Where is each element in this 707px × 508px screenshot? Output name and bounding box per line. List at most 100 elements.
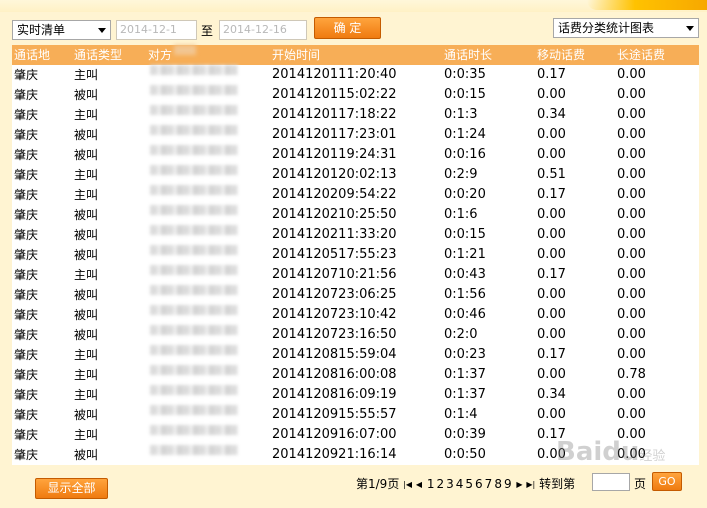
cell-mobile-fee: 0.00 xyxy=(537,327,566,342)
page-link[interactable]: 5 xyxy=(465,477,473,491)
last-page-icon[interactable]: ▶| xyxy=(526,480,535,489)
masked-phone-number xyxy=(150,105,238,115)
masked-phone-number xyxy=(150,245,238,255)
cell-duration: 0:0:46 xyxy=(444,307,486,322)
cell-call-type: 被叫 xyxy=(74,88,99,102)
cell-ld-fee: 0.00 xyxy=(617,247,646,262)
table-row: 肇庆 主叫 2014120816:00:08 0:1:37 0.00 0.78 xyxy=(12,365,699,385)
cell-ld-fee: 0.00 xyxy=(617,407,646,422)
table-row: 肇庆 主叫 2014120710:21:56 0:0:43 0.17 0.00 xyxy=(12,265,699,285)
chart-type-value: 话费分类统计图表 xyxy=(558,21,655,35)
masked-phone-number xyxy=(150,285,238,295)
cell-start-time: 2014120723:16:50 xyxy=(272,327,397,342)
cell-mobile-fee: 0.17 xyxy=(537,67,566,82)
page-link[interactable]: 1 xyxy=(427,477,435,491)
cell-duration: 0:2:0 xyxy=(444,327,478,342)
table-row: 肇庆 被叫 2014120210:25:50 0:1:6 0.00 0.00 xyxy=(12,205,699,225)
cell-mobile-fee: 0.00 xyxy=(537,407,566,422)
top-banner-strip xyxy=(0,0,707,12)
next-page-icon[interactable]: ▶ xyxy=(516,480,522,489)
table-header: 通话地 通话类型 对方 开始时间 通话时长 移动话费 长途话费 xyxy=(12,45,699,65)
page-link[interactable]: 8 xyxy=(494,477,502,491)
page-link[interactable]: 6 xyxy=(475,477,483,491)
cell-start-time: 2014120710:21:56 xyxy=(272,267,397,282)
cell-start-time: 2014120723:10:42 xyxy=(272,307,397,322)
masked-phone-number xyxy=(150,445,238,455)
show-all-button[interactable]: 显示全部 xyxy=(35,478,108,499)
cell-call-type: 主叫 xyxy=(74,388,99,402)
cell-call-type: 主叫 xyxy=(74,348,99,362)
cell-mobile-fee: 0.34 xyxy=(537,107,566,122)
cell-ld-fee: 0.00 xyxy=(617,107,646,122)
page-link[interactable]: 2 xyxy=(436,477,444,491)
cell-ld-fee: 0.00 xyxy=(617,307,646,322)
cell-ld-fee: 0.00 xyxy=(617,387,646,402)
cell-duration: 0:1:56 xyxy=(444,287,486,302)
prev-page-icon[interactable]: ◀ xyxy=(416,480,422,489)
cell-call-type: 被叫 xyxy=(74,408,99,422)
end-date-input[interactable]: 2014-12-16 xyxy=(219,20,307,40)
confirm-button[interactable]: 确 定 xyxy=(314,17,381,39)
cell-start-time: 2014120209:54:22 xyxy=(272,187,397,202)
go-button[interactable]: GO xyxy=(652,472,682,491)
page-link[interactable]: 7 xyxy=(485,477,493,491)
page-link[interactable]: 4 xyxy=(456,477,464,491)
table-row: 肇庆 被叫 2014120119:24:31 0:0:16 0.00 0.00 xyxy=(12,145,699,165)
cell-mobile-fee: 0.00 xyxy=(537,247,566,262)
table-row: 肇庆 被叫 2014120723:10:42 0:0:46 0.00 0.00 xyxy=(12,305,699,325)
cell-ld-fee: 0.00 xyxy=(617,187,646,202)
cell-start-time: 2014120816:00:08 xyxy=(272,367,397,382)
page-link[interactable]: 9 xyxy=(504,477,512,491)
first-page-icon[interactable]: |◀ xyxy=(403,480,412,489)
cell-start-time: 2014120120:02:13 xyxy=(272,167,397,182)
masked-phone-number xyxy=(150,365,238,375)
masked-phone-number xyxy=(150,325,238,335)
cell-call-type: 被叫 xyxy=(74,328,99,342)
cell-call-type: 被叫 xyxy=(74,248,99,262)
table-row: 肇庆 被叫 2014120723:16:50 0:2:0 0.00 0.00 xyxy=(12,325,699,345)
masked-phone-number xyxy=(150,145,238,155)
header-mobile-fee: 移动话费 xyxy=(537,48,586,62)
cell-location: 肇庆 xyxy=(14,268,39,282)
list-type-select[interactable]: 实时清单 xyxy=(12,20,111,40)
watermark-suffix: 经验 xyxy=(639,449,666,464)
table-row: 肇庆 被叫 2014120117:23:01 0:1:24 0.00 0.00 xyxy=(12,125,699,145)
chart-type-select[interactable]: 话费分类统计图表 xyxy=(553,18,699,38)
cell-duration: 0:0:43 xyxy=(444,267,486,282)
cell-duration: 0:0:50 xyxy=(444,447,486,462)
cell-mobile-fee: 0.34 xyxy=(537,387,566,402)
cell-duration: 0:1:4 xyxy=(444,407,478,422)
watermark-paw: du xyxy=(602,437,640,467)
cell-mobile-fee: 0.00 xyxy=(537,287,566,302)
date-range-separator: 至 xyxy=(201,24,214,38)
cell-start-time: 2014120517:55:23 xyxy=(272,247,397,262)
cell-location: 肇庆 xyxy=(14,128,39,142)
cell-start-time: 2014120210:25:50 xyxy=(272,207,397,222)
header-start-time: 开始时间 xyxy=(272,48,321,62)
cell-duration: 0:0:39 xyxy=(444,427,486,442)
table-row: 肇庆 被叫 2014120115:02:22 0:0:15 0.00 0.00 xyxy=(12,85,699,105)
header-other-party: 对方 xyxy=(148,48,173,62)
cell-duration: 0:0:15 xyxy=(444,227,486,242)
cell-start-time: 2014120723:06:25 xyxy=(272,287,397,302)
start-date-input[interactable]: 2014-12-1 xyxy=(116,20,197,40)
masked-phone-number xyxy=(150,405,238,415)
cell-mobile-fee: 0.00 xyxy=(537,87,566,102)
cell-location: 肇庆 xyxy=(14,348,39,362)
table-row: 肇庆 主叫 2014120117:18:22 0:1:3 0.34 0.00 xyxy=(12,105,699,125)
cell-ld-fee: 0.00 xyxy=(617,347,646,362)
cell-ld-fee: 0.78 xyxy=(617,367,646,382)
cell-start-time: 2014120916:07:00 xyxy=(272,427,397,442)
table-row: 肇庆 被叫 2014120915:55:57 0:1:4 0.00 0.00 xyxy=(12,405,699,425)
cell-duration: 0:1:37 xyxy=(444,367,486,382)
page-number-list: 123456789 xyxy=(426,477,513,491)
cell-mobile-fee: 0.00 xyxy=(537,367,566,382)
header-call-type: 通话类型 xyxy=(74,48,123,62)
goto-page-input[interactable] xyxy=(592,473,630,491)
cell-location: 肇庆 xyxy=(14,368,39,382)
cell-mobile-fee: 0.00 xyxy=(537,307,566,322)
masked-phone-number xyxy=(150,345,238,355)
page-link[interactable]: 3 xyxy=(446,477,454,491)
masked-phone-number xyxy=(150,185,238,195)
cell-duration: 0:0:20 xyxy=(444,187,486,202)
